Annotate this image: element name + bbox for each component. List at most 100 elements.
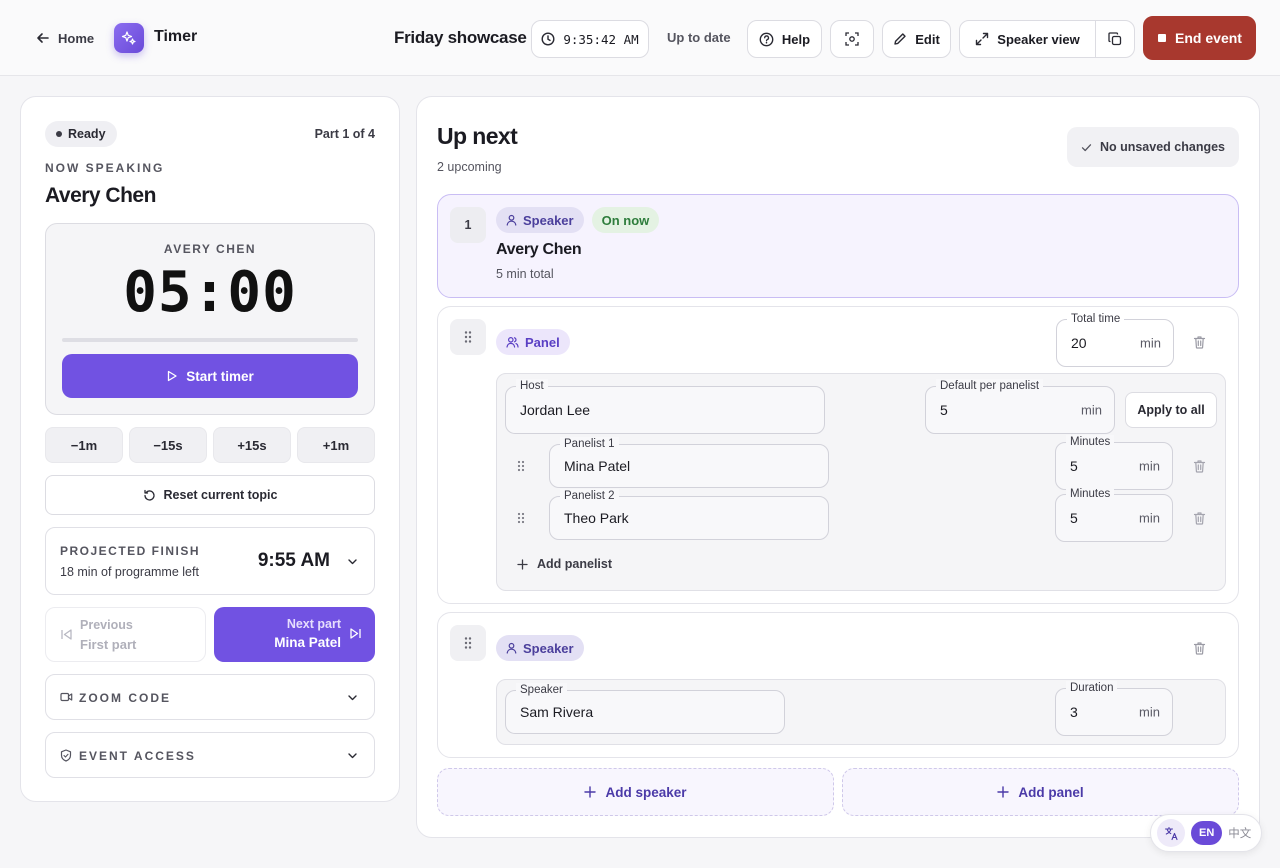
language-switcher: EN 中文 bbox=[1150, 814, 1262, 852]
type-badge-speaker: Speaker bbox=[496, 207, 584, 233]
duration-value: 3 bbox=[1070, 704, 1078, 720]
duration-label: Duration bbox=[1066, 681, 1118, 695]
previous-sub: First part bbox=[80, 637, 137, 652]
projected-finish-time: 9:55 AM bbox=[257, 550, 330, 571]
zoom-code-label: ZOOM CODE bbox=[79, 691, 171, 705]
lang-zh-button[interactable]: 中文 bbox=[1228, 825, 1251, 841]
previous-part-button[interactable]: Previous First part bbox=[45, 607, 206, 662]
next-part-button[interactable]: Next part Mina Patel bbox=[214, 607, 375, 662]
help-button[interactable]: Help bbox=[747, 20, 822, 58]
host-field[interactable]: Host Jordan Lee bbox=[505, 379, 825, 434]
delete-item-icon[interactable] bbox=[1193, 641, 1206, 655]
next-sub: Mina Patel bbox=[274, 635, 341, 650]
type-badge-label: Speaker bbox=[523, 640, 574, 656]
speaker-name-value: Sam Rivera bbox=[520, 704, 594, 720]
apply-to-all-button[interactable]: Apply to all bbox=[1125, 392, 1217, 428]
panelist-2-minutes-field[interactable]: Minutes 5 min bbox=[1055, 487, 1173, 542]
up-next-title: Up next bbox=[437, 123, 518, 149]
agenda-item-current[interactable]: 1 Speaker On now Avery Chen 5 min total bbox=[437, 194, 1239, 298]
panelist-2-label: Panelist 2 bbox=[560, 489, 619, 503]
users-icon bbox=[506, 336, 519, 348]
copy-link-button[interactable] bbox=[1095, 20, 1135, 58]
grip-icon bbox=[463, 330, 473, 344]
delete-panelist-icon[interactable] bbox=[1193, 459, 1206, 473]
agenda-item-panel: Panel Total time 20 min Host Jordan Lee … bbox=[437, 306, 1239, 604]
part-counter: Part 1 of 4 bbox=[314, 127, 375, 141]
speaker-name-field[interactable]: Speaker Sam Rivera bbox=[505, 683, 785, 734]
reset-label: Reset current topic bbox=[163, 488, 278, 502]
unsaved-status: No unsaved changes bbox=[1066, 127, 1239, 167]
minus-1m-button[interactable]: −1m bbox=[45, 427, 123, 463]
add-speaker-button[interactable]: Add speaker bbox=[437, 768, 834, 816]
speaker-view-button[interactable]: Speaker view bbox=[959, 20, 1096, 58]
home-link[interactable]: Home bbox=[36, 28, 94, 48]
event-access-section[interactable]: EVENT ACCESS bbox=[45, 732, 375, 778]
up-next-card: Up next 2 upcoming No unsaved changes 1 … bbox=[416, 96, 1260, 838]
top-bar: Home Timer Friday showcase 9:35:42 AM Up… bbox=[0, 0, 1280, 76]
add-panelist-label: Add panelist bbox=[537, 557, 613, 571]
host-value: Jordan Lee bbox=[520, 402, 591, 418]
panel-details: Host Jordan Lee Default per panelist 5 m… bbox=[496, 373, 1226, 591]
total-time-value: 20 bbox=[1071, 335, 1087, 351]
timer-progress-track bbox=[62, 338, 358, 342]
drag-handle[interactable] bbox=[450, 625, 486, 661]
arrow-left-icon bbox=[36, 31, 50, 45]
type-badge-panel: Panel bbox=[496, 329, 570, 355]
plus-icon bbox=[584, 786, 597, 798]
clock-display: 9:35:42 AM bbox=[531, 20, 649, 58]
clock-icon bbox=[541, 32, 555, 46]
lang-en-button[interactable]: EN bbox=[1191, 821, 1223, 845]
duration-field[interactable]: Duration 3 min bbox=[1055, 681, 1173, 736]
status-dot-icon bbox=[56, 131, 62, 137]
panelist-2-minutes: 5 bbox=[1070, 510, 1078, 526]
panelist-1-minutes-field[interactable]: Minutes 5 min bbox=[1055, 435, 1173, 490]
timer-display: 05:00 bbox=[123, 260, 297, 325]
zoom-code-section[interactable]: ZOOM CODE bbox=[45, 674, 375, 720]
speaker-details: Speaker Sam Rivera Duration 3 min bbox=[496, 679, 1226, 745]
skip-forward-icon bbox=[349, 627, 362, 640]
plus-15s-button[interactable]: +15s bbox=[213, 427, 291, 463]
start-timer-button[interactable]: Start timer bbox=[62, 354, 358, 398]
panelist-1-minutes: 5 bbox=[1070, 458, 1078, 474]
projected-finish-card[interactable]: PROJECTED FINISH 18 min of programme lef… bbox=[45, 527, 375, 595]
panelist-1-unit: min bbox=[1139, 458, 1160, 474]
event-title: Friday showcase bbox=[394, 28, 527, 47]
default-per-panelist-field[interactable]: Default per panelist 5 min bbox=[925, 379, 1115, 434]
type-badge-label: Panel bbox=[525, 334, 560, 350]
user-icon bbox=[506, 214, 517, 226]
add-panelist-button[interactable]: Add panelist bbox=[517, 554, 612, 574]
help-label: Help bbox=[781, 31, 811, 47]
grip-icon bbox=[463, 636, 473, 650]
plus-1m-button[interactable]: +1m bbox=[297, 427, 375, 463]
panelist-1-name-field[interactable]: Panelist 1 Mina Patel bbox=[549, 437, 829, 488]
end-event-button[interactable]: End event bbox=[1143, 16, 1256, 60]
panelist-1-label: Panelist 1 bbox=[560, 437, 619, 451]
total-time-field[interactable]: Total time 20 min bbox=[1056, 312, 1174, 367]
add-panel-button[interactable]: Add panel bbox=[842, 768, 1239, 816]
speaker-name-label: Speaker bbox=[516, 683, 567, 697]
panelist-2-name-field[interactable]: Panelist 2 Theo Park bbox=[549, 489, 829, 540]
minus-15s-button[interactable]: −15s bbox=[129, 427, 207, 463]
app-name: Timer bbox=[154, 28, 198, 45]
status-badge: Ready bbox=[45, 121, 117, 147]
previous-label: Previous bbox=[80, 618, 133, 632]
expand-icon bbox=[975, 32, 989, 46]
chevron-down-icon bbox=[347, 750, 358, 761]
panelist-2-name: Theo Park bbox=[564, 510, 629, 526]
unsaved-label: No unsaved changes bbox=[1099, 140, 1225, 154]
total-time-label: Total time bbox=[1067, 312, 1125, 326]
agenda-item-speaker: Speaker Speaker Sam Rivera Duration 3 mi… bbox=[437, 612, 1239, 758]
edit-button[interactable]: Edit bbox=[882, 20, 951, 58]
reset-topic-button[interactable]: Reset current topic bbox=[45, 475, 375, 515]
user-icon bbox=[506, 642, 517, 654]
add-speaker-label: Add speaker bbox=[605, 784, 687, 800]
grip-icon[interactable] bbox=[517, 512, 525, 524]
delete-item-icon[interactable] bbox=[1193, 335, 1206, 349]
focus-button[interactable] bbox=[830, 20, 874, 58]
now-speaking-label: NOW SPEAKING bbox=[45, 161, 165, 175]
item-total: 5 min total bbox=[496, 267, 554, 281]
grip-icon[interactable] bbox=[517, 460, 525, 472]
delete-panelist-icon[interactable] bbox=[1193, 511, 1206, 525]
translate-icon bbox=[1157, 819, 1185, 847]
drag-handle[interactable] bbox=[450, 319, 486, 355]
